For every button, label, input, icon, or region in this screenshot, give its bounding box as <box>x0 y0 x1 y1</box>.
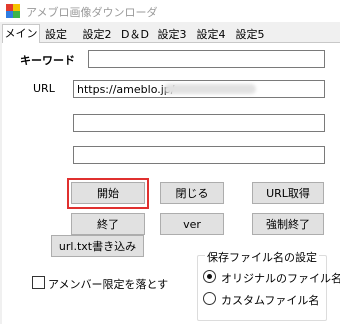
redacted-url-part <box>164 84 256 94</box>
url-txt-write-button[interactable]: url.txt書き込み <box>51 235 144 257</box>
ver-button[interactable]: ver <box>160 213 224 235</box>
url-label: URL <box>33 82 55 95</box>
extra-input-2[interactable] <box>74 147 324 163</box>
tab-settings[interactable]: 設定 <box>42 27 70 43</box>
tab-settings-4[interactable]: 設定4 <box>194 27 228 43</box>
extra-input-box-1 <box>73 114 325 132</box>
title-bar: アメブロ画像ダウンローダ <box>0 0 340 22</box>
member-limited-label: アメンバー限定を落とす <box>48 278 169 291</box>
tab-strip: メイン 設定 設定2 D＆D 設定3 設定4 設定5 <box>0 24 340 43</box>
keyword-label: キーワード <box>20 54 75 67</box>
extra-input-box-2 <box>73 146 325 164</box>
tab-settings-2[interactable]: 設定2 <box>80 27 114 43</box>
app-icon <box>6 4 20 18</box>
keyword-input[interactable] <box>89 51 324 67</box>
radio-original-filename[interactable]: オリジナルのファイル名 <box>203 269 340 285</box>
close-button[interactable]: 閉じる <box>160 182 224 204</box>
url-get-button[interactable]: URL取得 <box>252 182 324 204</box>
radio-custom-label: カスタムファイル名 <box>221 294 320 307</box>
end-button[interactable]: 終了 <box>71 213 145 235</box>
url-input-box <box>73 80 325 98</box>
tab-settings-5[interactable]: 設定5 <box>232 27 268 43</box>
keyword-input-box <box>88 50 325 68</box>
app-window: アメブロ画像ダウンローダ メイン 設定 設定2 D＆D 設定3 設定4 設定5 … <box>0 0 340 324</box>
save-filename-group-title: 保存ファイル名の設定 <box>205 249 319 265</box>
start-button[interactable]: 開始 <box>71 182 145 204</box>
tab-settings-3[interactable]: 設定3 <box>155 27 189 43</box>
radio-button-original[interactable] <box>203 270 216 283</box>
tab-drag-and-drop[interactable]: D＆D <box>117 27 153 43</box>
radio-selected-dot <box>207 274 212 279</box>
force-end-button[interactable]: 強制終了 <box>252 213 324 235</box>
radio-button-custom[interactable] <box>203 292 216 305</box>
radio-original-label: オリジナルのファイル名 <box>221 272 340 285</box>
member-limited-checkbox[interactable] <box>32 276 45 289</box>
tab-main[interactable]: メイン <box>2 24 40 43</box>
extra-input-1[interactable] <box>74 115 324 131</box>
window-title: アメブロ画像ダウンローダ <box>26 6 158 19</box>
radio-custom-filename[interactable]: カスタムファイル名 <box>203 291 323 307</box>
